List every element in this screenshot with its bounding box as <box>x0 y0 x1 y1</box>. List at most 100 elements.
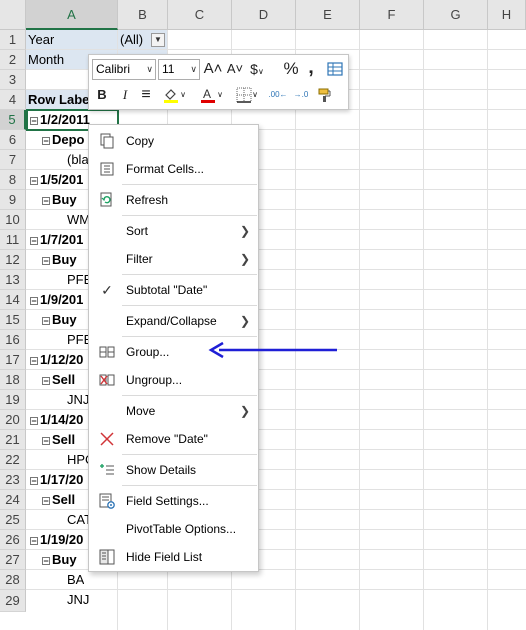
row-header-16[interactable]: 16 <box>0 330 26 350</box>
row-header-2[interactable]: 2 <box>0 50 26 70</box>
pivot-row-type[interactable]: − Buy <box>42 190 77 210</box>
pivot-filter-label-month[interactable]: Month <box>28 50 64 70</box>
pivot-row-date[interactable]: −1/9/201 <box>30 290 83 310</box>
pivot-row-item[interactable]: JNJ <box>67 590 89 610</box>
pivot-row-type[interactable]: − Sell <box>42 370 75 390</box>
row-header-29[interactable]: 29 <box>0 590 26 612</box>
comma-style-button[interactable]: ‚ <box>303 57 319 77</box>
collapse-icon[interactable]: − <box>42 376 50 385</box>
column-header-b[interactable]: B <box>118 0 168 30</box>
font-name-dropdown[interactable]: Calibri ∨ <box>92 59 156 80</box>
row-header-24[interactable]: 24 <box>0 490 26 510</box>
row-header-8[interactable]: 8 <box>0 170 26 190</box>
collapse-icon[interactable]: − <box>30 416 38 425</box>
column-header-c[interactable]: C <box>168 0 232 30</box>
column-header-g[interactable]: G <box>424 0 488 30</box>
collapse-icon[interactable]: − <box>30 476 38 485</box>
row-header-9[interactable]: 9 <box>0 190 26 210</box>
pivot-row-type[interactable]: − Sell <box>42 430 75 450</box>
pivot-row-date[interactable]: −1/14/20 <box>30 410 83 430</box>
row-header-12[interactable]: 12 <box>0 250 26 270</box>
row-header-6[interactable]: 6 <box>0 130 26 150</box>
column-header-e[interactable]: E <box>296 0 360 30</box>
pivot-row-date[interactable]: −1/7/201 <box>30 230 83 250</box>
row-header-13[interactable]: 13 <box>0 270 26 290</box>
column-header-d[interactable]: D <box>232 0 296 30</box>
menu-item-move[interactable]: Move ❯ <box>89 397 258 425</box>
select-all-corner[interactable] <box>0 0 26 30</box>
column-header-h[interactable]: H <box>488 0 526 30</box>
pivot-row-type[interactable]: − Buy <box>42 310 77 330</box>
pivot-row-type[interactable]: − Buy <box>42 550 77 570</box>
row-header-1[interactable]: 1 <box>0 30 26 50</box>
menu-item-pivottable-options[interactable]: PivotTable Options... <box>89 515 258 543</box>
pivot-row-type[interactable]: − Depo <box>42 130 85 150</box>
row-header-11[interactable]: 11 <box>0 230 26 250</box>
row-header-19[interactable]: 19 <box>0 390 26 410</box>
row-header-4[interactable]: 4 <box>0 90 26 110</box>
pivot-row-date[interactable]: −1/17/20 <box>30 470 83 490</box>
pivot-row-item[interactable]: JNJ <box>67 390 89 410</box>
row-header-18[interactable]: 18 <box>0 370 26 390</box>
decrease-font-size-button[interactable]: A˅ <box>224 59 246 79</box>
row-header-15[interactable]: 15 <box>0 310 26 330</box>
decrease-decimal-button[interactable]: →.0 <box>290 85 312 105</box>
row-header-21[interactable]: 21 <box>0 430 26 450</box>
menu-item-subtotal[interactable]: ✓ Subtotal "Date" <box>89 276 258 304</box>
menu-item-copy[interactable]: Copy <box>89 127 258 155</box>
row-header-27[interactable]: 27 <box>0 550 26 570</box>
collapse-icon[interactable]: − <box>30 236 38 245</box>
collapse-icon[interactable]: − <box>30 296 38 305</box>
pivot-row-type[interactable]: − Buy <box>42 250 77 270</box>
menu-item-sort[interactable]: Sort ❯ <box>89 217 258 245</box>
collapse-icon[interactable]: − <box>42 496 50 505</box>
italic-button[interactable]: I <box>116 85 134 105</box>
pivot-row-item[interactable]: BA <box>67 570 84 590</box>
collapse-icon[interactable]: − <box>42 556 50 565</box>
increase-decimal-button[interactable]: .00← <box>267 85 289 105</box>
row-header-20[interactable]: 20 <box>0 410 26 430</box>
collapse-icon[interactable]: − <box>42 256 50 265</box>
row-header-10[interactable]: 10 <box>0 210 26 230</box>
pivot-filter-label-year[interactable]: Year <box>28 30 54 50</box>
bold-button[interactable]: B <box>93 85 111 105</box>
increase-font-size-button[interactable]: A˄ <box>202 59 224 79</box>
row-header-17[interactable]: 17 <box>0 350 26 370</box>
menu-item-refresh[interactable]: Refresh <box>89 186 258 214</box>
menu-item-hide-field-list[interactable]: Hide Field List <box>89 543 258 571</box>
filter-dropdown-button[interactable]: ▼ <box>151 33 165 47</box>
column-header-f[interactable]: F <box>360 0 424 30</box>
row-header-3[interactable]: 3 <box>0 70 26 90</box>
pivot-filter-value-year[interactable]: (All) <box>120 30 143 50</box>
pivot-row-item[interactable]: (bla <box>67 150 89 170</box>
collapse-icon[interactable]: − <box>42 196 50 205</box>
pivot-row-date[interactable]: −1/19/20 <box>30 530 83 550</box>
menu-item-show-details[interactable]: Show Details <box>89 456 258 484</box>
menu-item-expand-collapse[interactable]: Expand/Collapse ❯ <box>89 307 258 335</box>
row-header-25[interactable]: 25 <box>0 510 26 530</box>
pivot-row-item[interactable]: WM <box>67 210 90 230</box>
menu-item-ungroup[interactable]: Ungroup... <box>89 366 258 394</box>
collapse-icon[interactable]: − <box>42 436 50 445</box>
currency-button[interactable]: $∨ <box>247 59 267 79</box>
row-header-14[interactable]: 14 <box>0 290 26 310</box>
row-header-5[interactable]: 5 <box>0 110 26 130</box>
row-header-28[interactable]: 28 <box>0 570 26 590</box>
menu-item-format-cells[interactable]: Format Cells... <box>89 155 258 183</box>
format-painter-button[interactable] <box>315 85 335 105</box>
collapse-icon[interactable]: − <box>42 316 50 325</box>
collapse-icon[interactable]: − <box>30 356 38 365</box>
column-header-a[interactable]: A <box>26 0 118 30</box>
menu-item-filter[interactable]: Filter ❯ <box>89 245 258 273</box>
menu-item-field-settings[interactable]: Field Settings... <box>89 487 258 515</box>
align-center-button[interactable]: ≡ <box>136 85 156 105</box>
row-header-26[interactable]: 26 <box>0 530 26 550</box>
collapse-icon[interactable]: − <box>30 536 38 545</box>
menu-item-remove[interactable]: Remove "Date" <box>89 425 258 453</box>
row-header-22[interactable]: 22 <box>0 450 26 470</box>
row-header-7[interactable]: 7 <box>0 150 26 170</box>
font-size-dropdown[interactable]: 11 ∨ <box>158 59 200 80</box>
pivot-row-type[interactable]: − Sell <box>42 490 75 510</box>
pivot-row-date[interactable]: −1/12/20 <box>30 350 83 370</box>
fill-color-button[interactable]: ∨ <box>159 85 189 105</box>
